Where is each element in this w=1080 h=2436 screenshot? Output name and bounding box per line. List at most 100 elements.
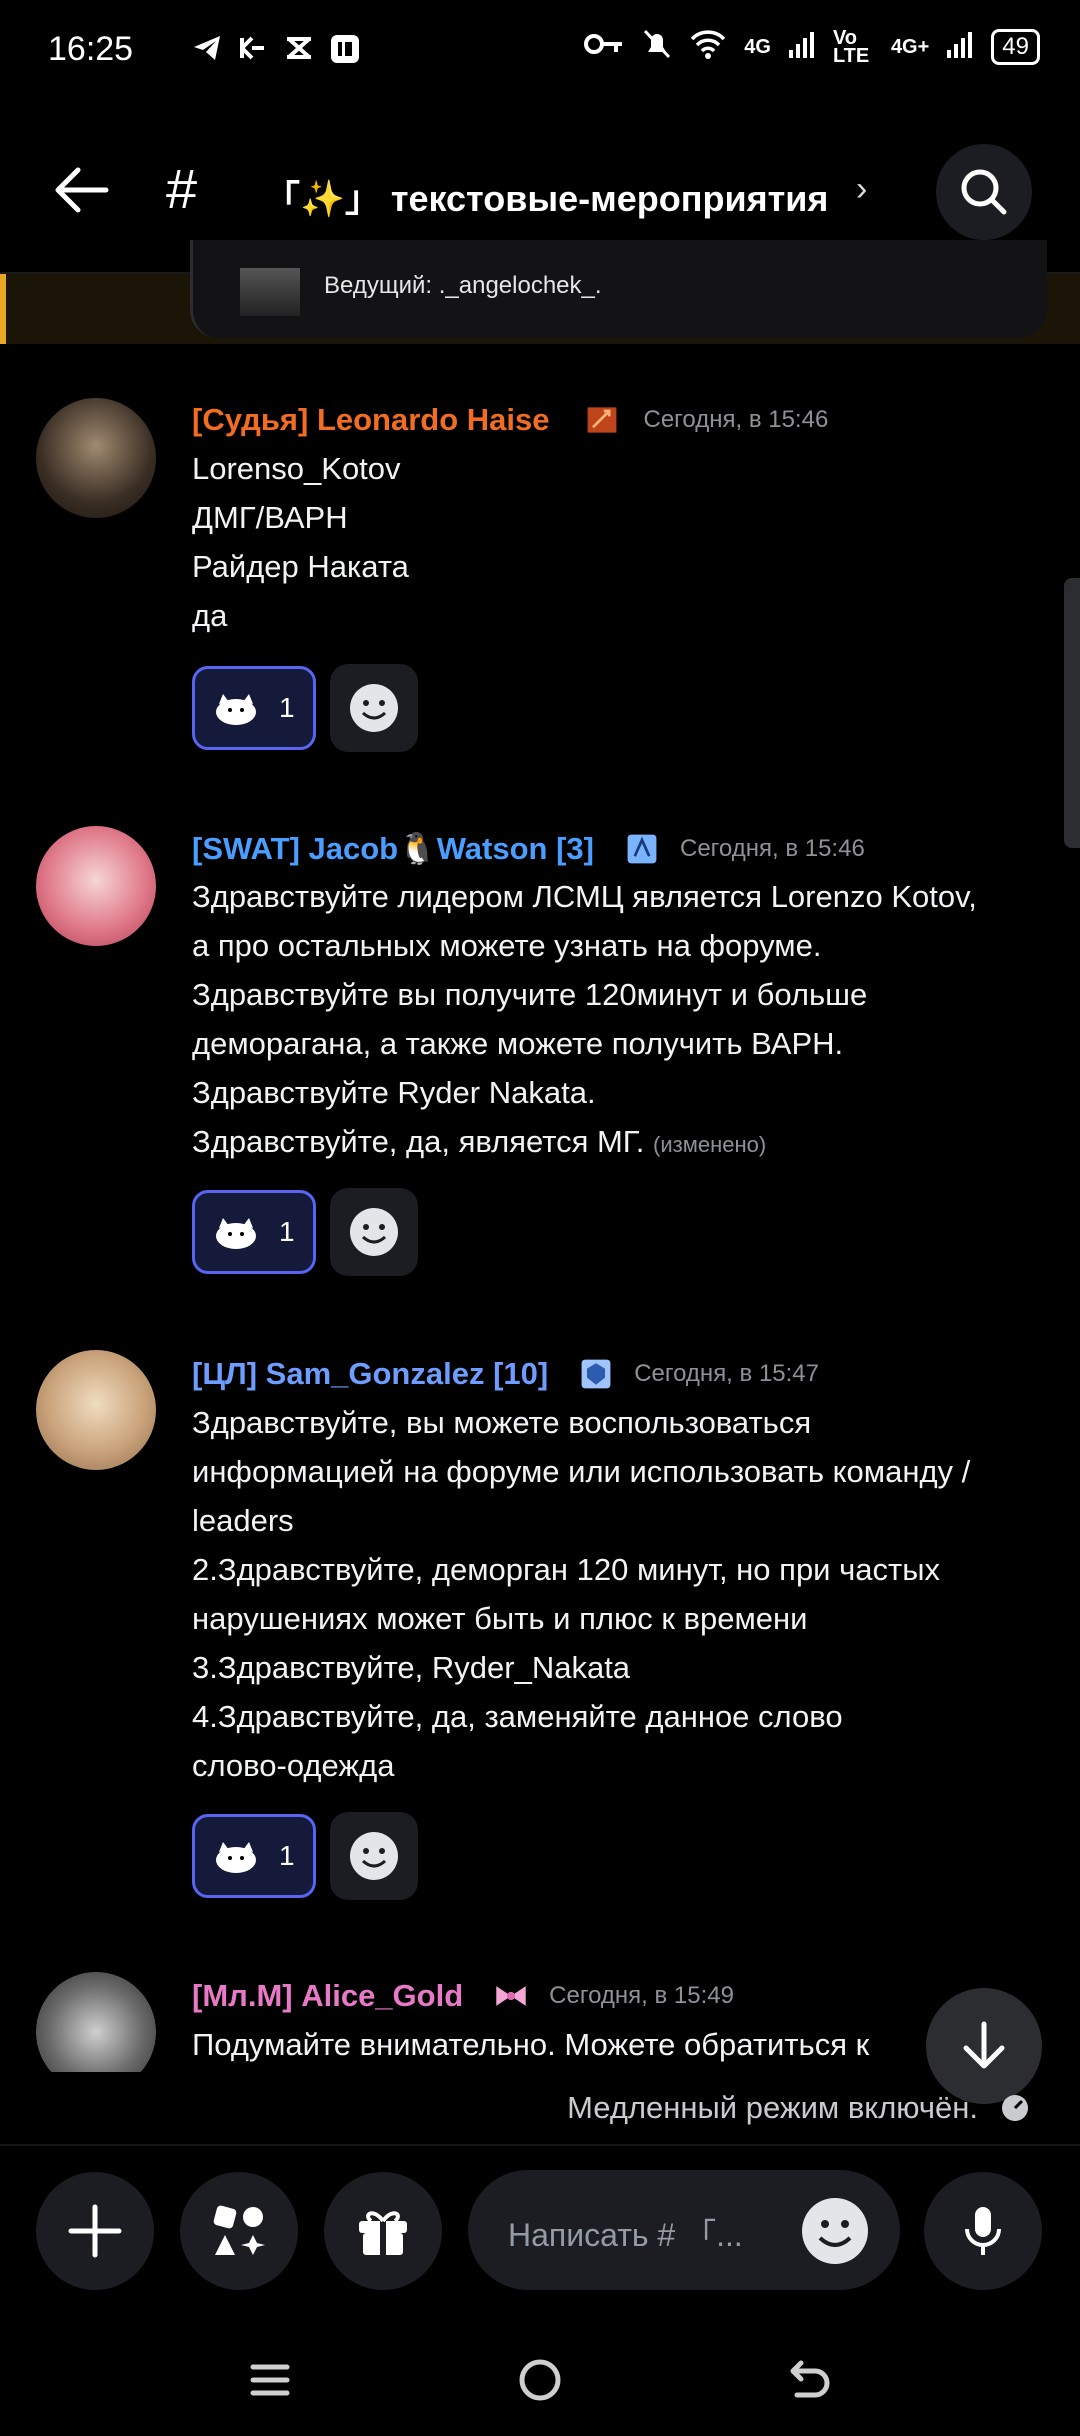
- battery-indicator: 49: [991, 29, 1040, 65]
- attach-button[interactable]: [36, 2172, 154, 2290]
- message-header: [Мл.М] Alice_Gold Сегодня, в 15:49: [192, 1978, 734, 2014]
- avatar[interactable]: [36, 1350, 156, 1470]
- arrow-down-icon: [963, 2021, 1005, 2069]
- reaction-count: 1: [279, 1216, 295, 1247]
- signal-icon: [788, 30, 815, 64]
- message-line: 4.Здравствуйте, да, заменяйте данное сло…: [192, 1699, 843, 1734]
- microphone-icon: [965, 2207, 1001, 2255]
- message-line: 3.Здравствуйте, Ryder_Nakata: [192, 1650, 631, 1685]
- gift-button[interactable]: [324, 2172, 442, 2290]
- author-name[interactable]: [ЦЛ] Sam_Gonzalez [10]: [192, 1356, 548, 1392]
- bell-muted-icon: [642, 28, 672, 66]
- message-header: [Судья] Leonardo Haise Сегодня, в 15:46: [192, 402, 828, 438]
- message-body: Подумайте внимательно. Можете обратиться…: [192, 2020, 869, 2069]
- jump-to-present-button[interactable]: [926, 1988, 1042, 2104]
- search-button[interactable]: [936, 144, 1032, 240]
- message-timestamp: Сегодня, в 15:46: [643, 406, 829, 433]
- message-body: Здравствуйте, вы можете воспользоваться …: [192, 1398, 970, 1790]
- message-timestamp: Сегодня, в 15:47: [634, 1360, 819, 1387]
- message-line: нарушениях может быть и плюс к времени: [192, 1601, 808, 1636]
- message-line: 2.Здравствуйте, деморган 120 минут, но п…: [192, 1552, 940, 1587]
- reaction-chip[interactable]: 1: [192, 666, 316, 750]
- volte-label: Vo LTE: [832, 27, 870, 67]
- author-name[interactable]: [SWAT] Jacob🐧Watson [3]: [192, 830, 594, 867]
- bow-icon: [496, 1986, 526, 2006]
- home-button[interactable]: [500, 2340, 580, 2420]
- smiley-icon: [350, 684, 398, 732]
- message-line: leaders: [192, 1503, 294, 1538]
- slowmode-text: Медленный режим включён.: [567, 2090, 978, 2125]
- arrow-left-icon: [55, 167, 109, 213]
- message-line: Здравствуйте, вы можете воспользоваться: [192, 1405, 812, 1440]
- channel-title[interactable]: 「✨」 текстовые-мероприятия: [264, 170, 828, 222]
- message-line: информацией на форуме или использовать к…: [192, 1454, 971, 1489]
- message-line: а про остальных можете узнать на форуме.: [192, 928, 822, 963]
- cat-emoji-icon: [216, 1842, 256, 1873]
- recents-button[interactable]: [230, 2340, 310, 2420]
- add-reaction-button[interactable]: [330, 1812, 418, 1900]
- system-status: 4G Vo LTE 4G+ 49: [584, 28, 1040, 66]
- message-timestamp: Сегодня, в 15:49: [549, 1982, 734, 2009]
- app-notification-icon-2: [284, 34, 314, 62]
- wifi-icon: [690, 29, 726, 65]
- message-input-placeholder: Написать # 「...: [508, 2217, 743, 2253]
- home-circle-icon: [519, 2359, 561, 2401]
- pinned-card[interactable]: [190, 240, 1047, 338]
- smiley-icon: [802, 2198, 868, 2264]
- key-icon: [584, 32, 624, 62]
- message-line: Здравствуйте лидером ЛСМЦ является Loren…: [192, 879, 977, 914]
- voice-message-button[interactable]: [924, 2172, 1042, 2290]
- telegram-icon: [192, 34, 222, 62]
- role-badge-icon: [581, 1359, 611, 1389]
- message-line: да: [192, 598, 228, 633]
- composer-divider: [0, 2144, 1080, 2146]
- pinned-text: Ведущий: ._angelochek_.: [324, 272, 602, 299]
- message-line: Lorenso_Kotov: [192, 451, 401, 486]
- chevron-right-icon[interactable]: ›: [856, 170, 867, 209]
- message-text: Здравствуйте, да, является МГ.: [192, 1124, 645, 1159]
- avatar[interactable]: [36, 1972, 156, 2072]
- smiley-icon: [350, 1208, 398, 1256]
- back-button[interactable]: [52, 160, 112, 220]
- mi-app-icon: [330, 34, 360, 63]
- network-4gplus-label: 4G+: [890, 35, 930, 58]
- app-notification-icon: [238, 34, 268, 62]
- author-name[interactable]: [Судья] Leonardo Haise: [192, 402, 550, 438]
- apps-button[interactable]: [180, 2172, 298, 2290]
- signal-icon-2: [947, 30, 973, 64]
- menu-icon: [250, 2364, 290, 2396]
- author-name[interactable]: [Мл.М] Alice_Gold: [192, 1978, 463, 2014]
- avatar[interactable]: [36, 826, 156, 946]
- apps-icon: [213, 2205, 265, 2255]
- channel-hash-icon: #: [166, 157, 198, 220]
- reaction-count: 1: [279, 1840, 295, 1871]
- add-reaction-button[interactable]: [330, 1188, 418, 1276]
- reaction-chip[interactable]: 1: [192, 1814, 316, 1898]
- cat-emoji-icon: [216, 694, 256, 725]
- message-line: слово-одежда: [192, 1748, 395, 1783]
- add-reaction-button[interactable]: [330, 664, 418, 752]
- message-body: Здравствуйте лидером ЛСМЦ является Loren…: [192, 872, 977, 1169]
- plus-icon: [68, 2204, 122, 2258]
- reaction-count: 1: [279, 692, 295, 723]
- back-nav-button[interactable]: [770, 2340, 850, 2420]
- message-line-last: Здравствуйте, да, является МГ. (изменено…: [192, 1117, 977, 1169]
- back-gesture-icon: [790, 2360, 830, 2398]
- message-line: ДМГ/ВАРН: [192, 500, 348, 535]
- edited-label: (изменено): [653, 1132, 767, 1157]
- avatar[interactable]: [36, 398, 156, 518]
- network-4g-label: 4G: [744, 35, 771, 58]
- gift-icon: [359, 2211, 407, 2255]
- avatar-clip: [36, 1972, 156, 2072]
- notification-icons: [192, 34, 360, 63]
- message-line: деморагана, а также можете получить ВАРН…: [192, 1026, 844, 1061]
- cat-emoji-icon: [216, 1218, 256, 1249]
- slowmode-notice: Медленный режим включён.: [567, 2090, 1030, 2126]
- pinned-thumbnail: [240, 268, 300, 316]
- reaction-chip[interactable]: 1: [192, 1190, 316, 1274]
- role-badge-icon: [627, 834, 657, 863]
- emoji-picker-button[interactable]: [800, 2196, 870, 2266]
- scrollbar[interactable]: [1064, 578, 1080, 848]
- message-line: Здравствуйте Ryder Nakata.: [192, 1075, 596, 1110]
- message-line: Райдер Наката: [192, 549, 409, 584]
